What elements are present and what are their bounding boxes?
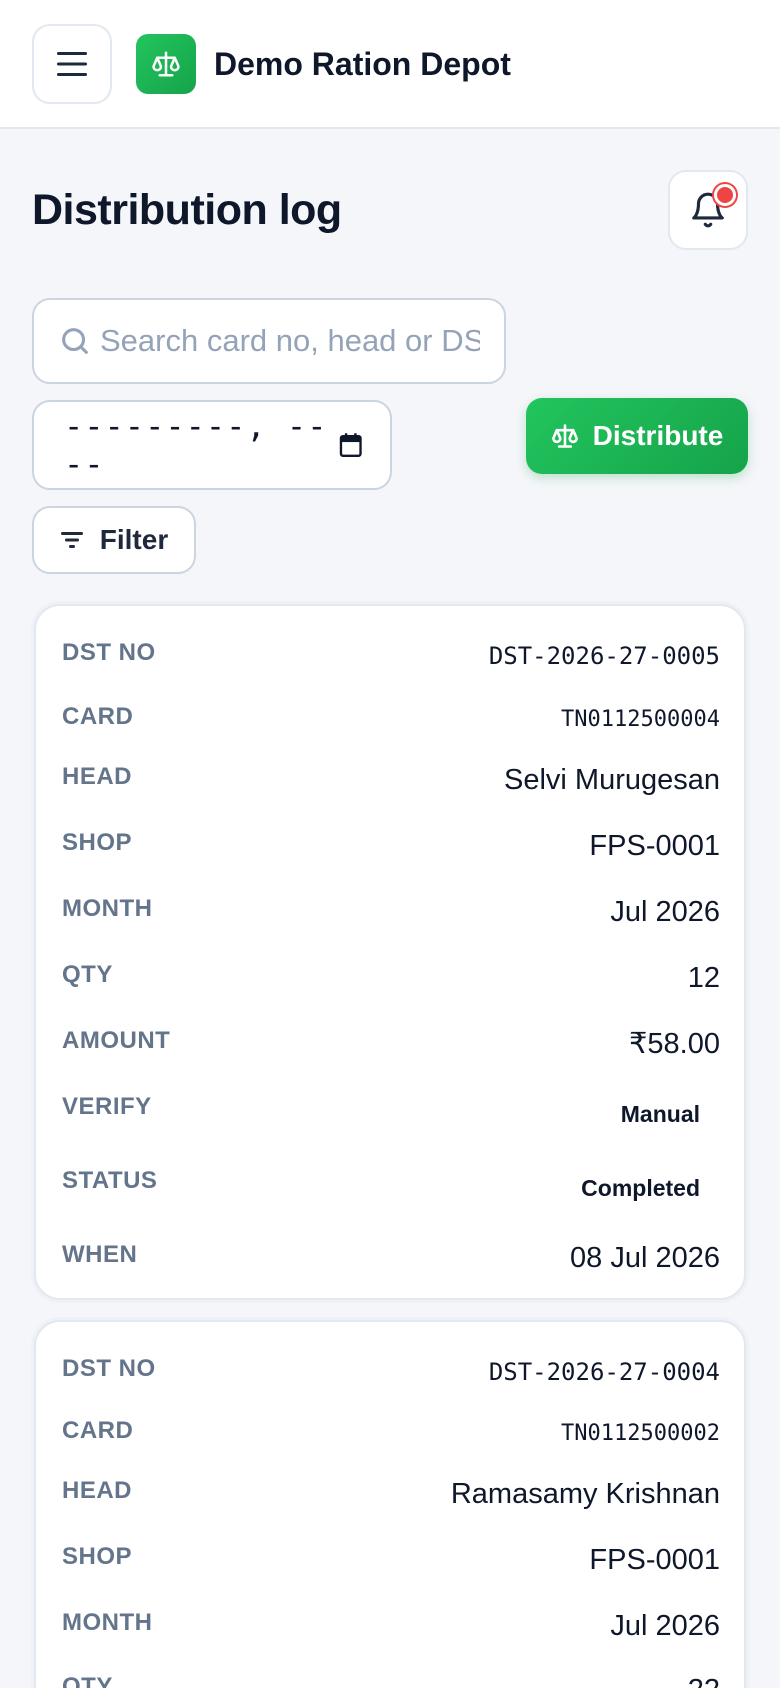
field-label: VERIFY [62, 1093, 152, 1120]
status-badge: Completed [581, 1175, 700, 1201]
search-box[interactable] [32, 298, 506, 384]
search-input[interactable] [100, 323, 480, 359]
distribute-label: Distribute [592, 420, 724, 451]
record-card[interactable]: DST NO DST-2026-27-0004 CARD TN011250000… [34, 1320, 746, 1688]
record-field-qty: QTY 22 [36, 1672, 744, 1688]
date-value: ---------, ---- [64, 407, 328, 483]
page-title: Distribution log [32, 186, 342, 234]
head-name: Selvi Murugesan [504, 764, 720, 796]
record-field-dst-no: DST NO DST-2026-27-0005 [36, 638, 744, 678]
scale-icon [152, 51, 180, 77]
record-field-month: MONTH Jul 2026 [36, 1608, 744, 1648]
field-label: DST NO [62, 639, 156, 666]
field-label: AMOUNT [62, 1027, 171, 1054]
notification-dot [714, 184, 736, 206]
head-name: Ramasamy Krishnan [450, 1478, 720, 1510]
field-label: STATUS [62, 1167, 158, 1194]
calendar-icon[interactable] [339, 431, 362, 459]
record-field-dst-no: DST NO DST-2026-27-0004 [36, 1354, 744, 1394]
record-field-verify: VERIFY Manual [36, 1092, 744, 1132]
search-icon [62, 328, 88, 354]
amount-value: ₹58.00 [628, 1028, 720, 1060]
filter-label: Filter [99, 524, 169, 555]
record-field-shop: SHOP FPS-0001 [36, 828, 744, 868]
shop-code: FPS-0001 [589, 830, 720, 862]
distribute-button[interactable]: Distribute [526, 398, 748, 474]
dst-number: DST-2026-27-0004 [488, 1358, 720, 1386]
field-label: MONTH [62, 1609, 153, 1636]
verify-badge: Manual [620, 1101, 700, 1127]
date-picker[interactable]: ---------, ---- [32, 400, 392, 490]
record-field-month: MONTH Jul 2026 [36, 894, 744, 934]
when-value: 08 Jul 2026 [570, 1242, 720, 1274]
month-value: Jul 2026 [610, 1610, 720, 1642]
record-field-status: STATUS Completed [36, 1166, 744, 1206]
record-field-card: CARD TN0112500002 [36, 1416, 744, 1456]
record-field-head: HEAD Ramasamy Krishnan [36, 1476, 744, 1516]
filter-icon [60, 532, 83, 548]
record-field-qty: QTY 12 [36, 960, 744, 1000]
notifications-button[interactable] [668, 170, 748, 250]
record-field-amount: AMOUNT ₹58.00 [36, 1026, 744, 1066]
filter-button[interactable]: Filter [32, 506, 196, 574]
record-card[interactable]: DST NO DST-2026-27-0005 CARD TN011250000… [34, 604, 746, 1300]
qty-value: 12 [687, 962, 720, 994]
record-field-shop: SHOP FPS-0001 [36, 1542, 744, 1582]
field-label: WHEN [62, 1241, 138, 1268]
field-label: MONTH [62, 895, 153, 922]
field-label: QTY [62, 1673, 113, 1688]
app-logo [136, 34, 196, 94]
card-number: TN0112500004 [561, 707, 720, 732]
record-field-card: CARD TN0112500004 [36, 702, 744, 742]
field-label: CARD [62, 1417, 134, 1444]
hamburger-menu-icon [57, 52, 87, 76]
menu-button[interactable] [32, 24, 112, 104]
dst-number: DST-2026-27-0005 [488, 642, 720, 670]
scale-icon [551, 424, 578, 448]
record-field-when: WHEN 08 Jul 2026 [36, 1240, 744, 1280]
top-bar: Demo Ration Depot [0, 0, 780, 129]
field-label: CARD [62, 703, 134, 730]
field-label: HEAD [62, 763, 133, 790]
field-label: DST NO [62, 1355, 156, 1382]
field-label: HEAD [62, 1477, 133, 1504]
field-label: SHOP [62, 829, 133, 856]
shop-code: FPS-0001 [589, 1544, 720, 1576]
field-label: QTY [62, 961, 113, 988]
app-title: Demo Ration Depot [214, 46, 511, 82]
qty-value: 22 [688, 1672, 720, 1688]
field-label: SHOP [62, 1543, 133, 1570]
month-value: Jul 2026 [610, 896, 720, 928]
record-field-head: HEAD Selvi Murugesan [36, 762, 744, 802]
card-number: TN0112500002 [561, 1421, 720, 1446]
